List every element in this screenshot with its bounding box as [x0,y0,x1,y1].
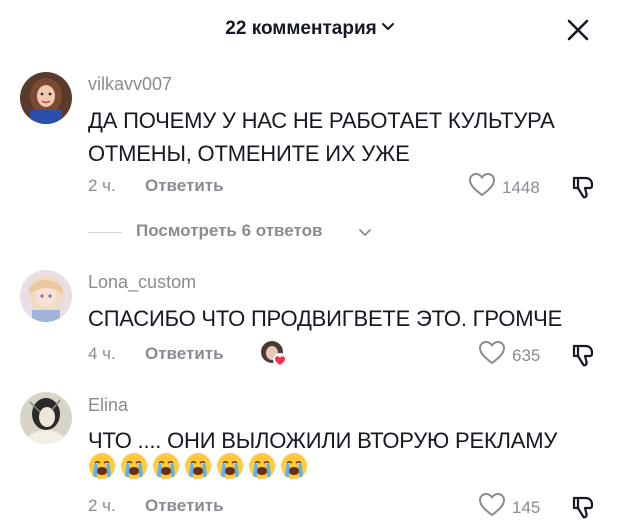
comment-time: 2 ч. [88,496,116,515]
crying-face-emoji-icon [152,452,180,480]
crying-face-emoji-icon [216,452,244,480]
avatar[interactable] [20,392,72,444]
comment-username[interactable]: Elina [88,395,128,416]
like-count: 145 [512,497,541,517]
dislike-icon[interactable] [568,492,598,522]
crying-face-emoji-icon [184,452,212,480]
comment-item: Elina ЧТО .... ОНИ ВЫЛОЖИЛИ ВТОРУЮ РЕКЛА… [0,0,620,527]
crying-face-emoji-icon [120,452,148,480]
reply-button[interactable]: Ответить [145,496,224,516]
heart-icon [478,492,506,523]
crying-face-emoji-icon [248,452,276,480]
emoji-row [88,452,312,484]
crying-face-emoji-icon [88,452,116,480]
like-button[interactable]: 145 [478,492,540,523]
crying-face-emoji-icon [280,452,308,480]
